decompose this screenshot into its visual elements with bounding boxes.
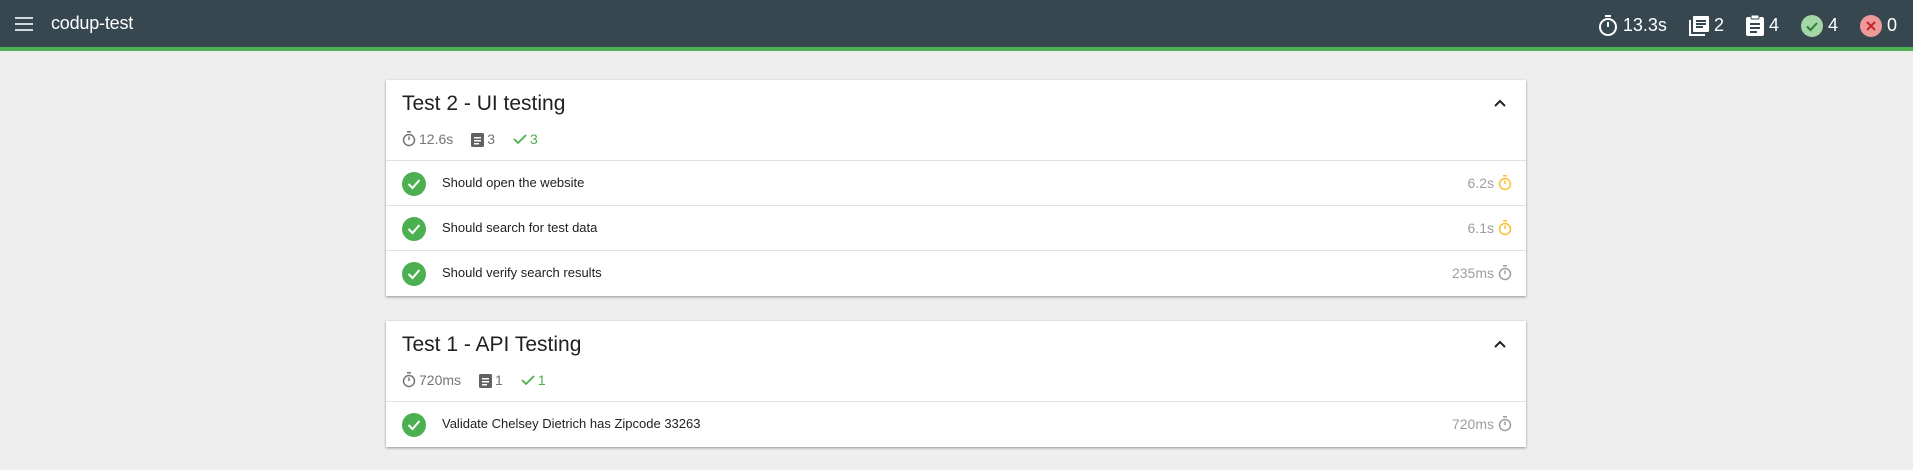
clipboard-icon — [471, 132, 485, 147]
suite-passes: 3 — [513, 131, 538, 147]
suite-duration-value: 12.6s — [419, 131, 454, 147]
passes-stat[interactable]: 4 — [1800, 14, 1838, 37]
test-title: Validate Chelsey Dietrich has Zipcode 33… — [442, 416, 701, 431]
timer-icon — [402, 131, 416, 147]
suite-passes-count: 3 — [530, 131, 538, 147]
menu-icon[interactable] — [12, 12, 36, 36]
suite-tests-count: 3 — [487, 131, 496, 147]
test-duration-value: 6.1s — [1467, 220, 1494, 236]
timer-icon — [1498, 265, 1512, 281]
test-duration: 6.2s — [1468, 175, 1512, 191]
test-title: Should verify search results — [442, 265, 602, 280]
suite-duration: 720ms — [402, 372, 461, 388]
test-duration: 6.1s — [1468, 220, 1512, 236]
suite-card: Test 2 - UI testing 12.6s 3 3 Should ope… — [386, 80, 1526, 296]
test-duration-value: 720ms — [1451, 416, 1494, 432]
suite-duration: 12.6s — [402, 131, 453, 147]
suite-title: Test 2 - UI testing — [402, 92, 566, 115]
suite-title: Test 1 - API Testing — [402, 333, 582, 356]
failures-stat[interactable]: 0 — [1859, 14, 1897, 37]
test-duration-value: 235ms — [1451, 265, 1494, 281]
report-title: codup-test — [51, 13, 134, 33]
tests-count: 4 — [1768, 15, 1779, 35]
test-title: Should open the website — [442, 175, 585, 190]
suites-count: 2 — [1713, 15, 1724, 35]
summary-stats: 13.3s 2 4 4 0 — [1598, 0, 1897, 51]
chevron-up-icon[interactable] — [1490, 93, 1510, 113]
pass-check-icon — [402, 172, 426, 196]
slow-timer-icon — [1498, 220, 1512, 236]
check-icon — [521, 375, 535, 386]
pass-check-icon — [402, 217, 426, 241]
slow-timer-icon — [1498, 175, 1512, 191]
tests-stat[interactable]: 4 — [1745, 15, 1779, 36]
test-row[interactable]: Should verify search results 235ms — [386, 251, 1526, 296]
suite-tests-count: 1 — [495, 372, 503, 388]
test-title: Should search for test data — [442, 220, 598, 235]
suite-header: Test 2 - UI testing 12.6s 3 3 — [386, 80, 1526, 161]
suite-card: Test 1 - API Testing 720ms 1 1 Validate … — [386, 321, 1526, 447]
duration-value: 13.3s — [1622, 15, 1667, 35]
test-duration: 235ms — [1452, 265, 1512, 281]
test-duration: 720ms — [1452, 416, 1512, 432]
failures-count: 0 — [1886, 15, 1897, 35]
duration-stat[interactable]: 13.3s — [1598, 14, 1667, 37]
test-row[interactable]: Validate Chelsey Dietrich has Zipcode 33… — [386, 402, 1526, 447]
suite-passes-count: 1 — [537, 372, 546, 388]
suite-passes: 1 — [521, 372, 546, 388]
test-duration-value: 6.2s — [1467, 175, 1494, 191]
suite-duration-value: 720ms — [419, 372, 462, 388]
passes-count: 4 — [1827, 15, 1838, 35]
timer-icon — [1598, 14, 1617, 36]
clipboard-icon — [1745, 15, 1764, 36]
timer-icon — [1498, 416, 1512, 432]
clipboard-icon — [479, 373, 493, 388]
chevron-up-icon[interactable] — [1490, 334, 1510, 354]
test-row[interactable]: Should open the website 6.2s — [386, 161, 1526, 206]
check-icon — [513, 134, 527, 145]
check-circle-icon — [1800, 14, 1823, 37]
suite-header: Test 1 - API Testing 720ms 1 1 — [386, 321, 1526, 402]
pass-check-icon — [402, 413, 426, 437]
suites-stat[interactable]: 2 — [1688, 15, 1724, 36]
suite-meta: 12.6s 3 3 — [402, 131, 556, 147]
fail-circle-icon — [1859, 14, 1882, 37]
pass-check-icon — [402, 262, 426, 286]
suite-meta: 720ms 1 1 — [402, 372, 564, 388]
timer-icon — [402, 372, 416, 388]
test-row[interactable]: Should search for test data 6.1s — [386, 206, 1526, 251]
top-navbar: codup-test 13.3s 2 4 4 0 — [0, 0, 1913, 51]
suite-tests: 3 — [471, 131, 495, 147]
library-books-icon — [1688, 15, 1709, 36]
suite-tests: 1 — [479, 372, 503, 388]
